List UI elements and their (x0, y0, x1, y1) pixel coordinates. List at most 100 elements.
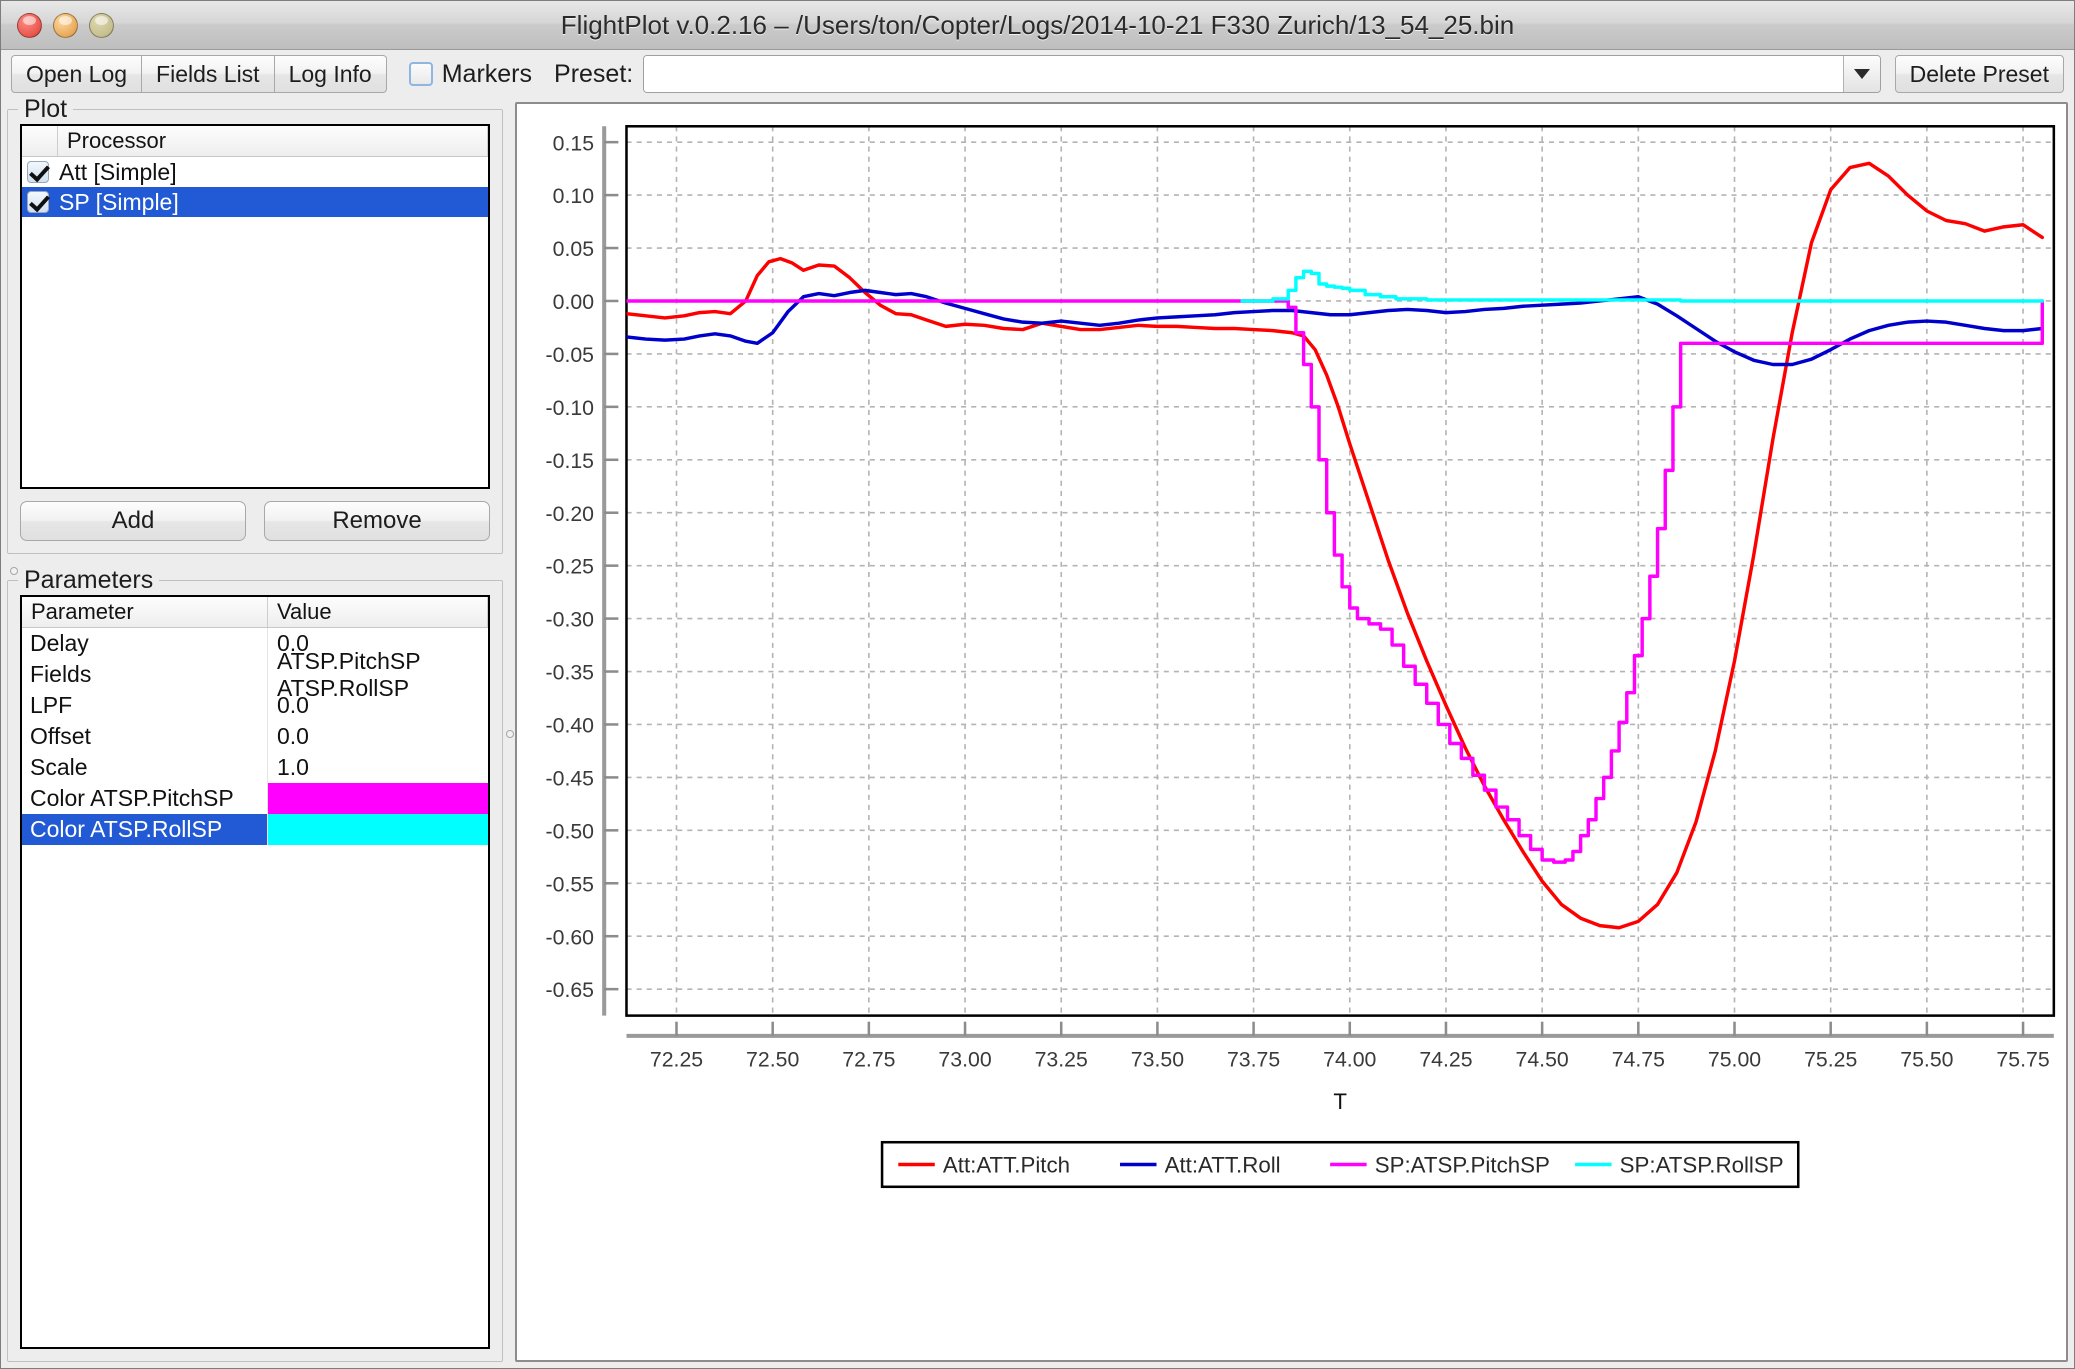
parameter-row[interactable]: Color ATSP.RollSP (22, 814, 488, 845)
y-tick-label: -0.55 (546, 872, 595, 896)
preset-dropdown-button[interactable] (1842, 56, 1880, 92)
flight-data-chart[interactable]: 0.15 0.10 0.05 0.00 -0.05 -0.10 -0.15 -0.20 -0.2… (517, 104, 2066, 1360)
parameter-value-cell[interactable]: ATSP.PitchSP ATSP.RollSP (268, 648, 488, 701)
parameter-value-cell[interactable]: 0.0 (268, 690, 488, 721)
parameter-color-swatch[interactable] (268, 783, 488, 814)
window-controls (17, 12, 114, 38)
chevron-down-icon (1853, 69, 1870, 79)
legend-label: Att:ATT.Roll (1165, 1153, 1281, 1178)
x-tick-label: 73.50 (1131, 1047, 1184, 1071)
y-tick-label: 0.15 (553, 131, 594, 155)
parameter-value-cell[interactable]: 0.0 (268, 721, 488, 752)
right-panel: 0.15 0.10 0.05 0.00 -0.05 -0.10 -0.15 -0.20 -0.2… (515, 98, 2068, 1362)
plot-group: Plot Processor Att [Simple] SP [Simple] A… (7, 95, 503, 554)
processor-enabled-checkbox[interactable] (27, 161, 49, 183)
x-tick-label: 75.50 (1900, 1047, 1953, 1071)
vertical-splitter[interactable] (503, 98, 515, 1362)
minimize-window-button[interactable] (53, 12, 78, 38)
processor-table-header: Processor (22, 126, 488, 157)
plot-actions: Add Remove (20, 501, 490, 541)
parameters-group-title: Parameters (18, 566, 160, 595)
left-panel: Plot Processor Att [Simple] SP [Simple] A… (7, 95, 503, 1362)
window-title: FlightPlot v.0.2.16 – /Users/ton/Copter/… (560, 9, 1515, 40)
y-tick-label: -0.25 (546, 555, 595, 579)
close-window-button[interactable] (17, 12, 42, 38)
y-axis-ticks: 0.15 0.10 0.05 0.00 -0.05 -0.10 -0.15 -0.20 -0.2… (546, 131, 619, 1002)
parameters-table[interactable]: Parameter Value Delay 0.0 Fields ATSP.Pitch… (20, 595, 490, 1349)
parameter-name-cell: Offset (22, 721, 268, 752)
plot-group-title: Plot (18, 95, 74, 124)
parameters-group: Parameters Parameter Value Delay 0.0 Field… (7, 566, 503, 1362)
x-axis-title: T (1333, 1089, 1347, 1114)
y-tick-label: -0.20 (546, 502, 595, 526)
parameter-row[interactable]: Fields ATSP.PitchSP ATSP.RollSP (22, 648, 488, 701)
chart-canvas[interactable]: 0.15 0.10 0.05 0.00 -0.05 -0.10 -0.15 -0.20 -0.2… (517, 104, 2066, 1360)
parameter-name-cell: Scale (22, 752, 268, 783)
chart-legend: Att:ATT.Pitch Att:ATT.Roll SP:ATSP.PitchSP… (880, 1140, 1800, 1189)
processor-row[interactable]: SP [Simple] (22, 187, 488, 217)
add-processor-button[interactable]: Add (20, 501, 246, 541)
y-tick-label: -0.05 (546, 343, 595, 367)
x-tick-label: 75.00 (1708, 1047, 1761, 1071)
processor-list[interactable]: Processor Att [Simple] SP [Simple] (20, 124, 490, 489)
legend-label: SP:ATSP.PitchSP (1375, 1153, 1550, 1178)
parameter-name-cell: Color ATSP.PitchSP (22, 783, 268, 814)
parameter-row[interactable]: LPF 0.0 (22, 690, 488, 721)
x-tick-label: 73.00 (938, 1047, 991, 1071)
y-tick-label: 0.00 (553, 290, 594, 314)
markers-checkbox-group[interactable]: Markers (408, 59, 533, 89)
x-tick-label: 74.00 (1323, 1047, 1376, 1071)
y-tick-label: -0.45 (546, 767, 595, 791)
parameter-name-cell: Delay (22, 628, 268, 659)
markers-label: Markers (441, 59, 533, 88)
processor-column-header: Processor (58, 126, 488, 156)
parameter-row[interactable]: Scale 1.0 (22, 752, 488, 783)
main-content: Plot Processor Att [Simple] SP [Simple] A… (1, 95, 2074, 1368)
parameter-row[interactable]: Offset 0.0 (22, 721, 488, 752)
x-tick-label: 73.25 (1035, 1047, 1088, 1071)
log-info-button[interactable]: Log Info (274, 55, 387, 93)
x-tick-label: 74.75 (1612, 1047, 1665, 1071)
y-tick-label: -0.50 (546, 819, 595, 843)
parameter-column-header: Parameter (22, 597, 268, 627)
y-tick-label: -0.30 (546, 608, 595, 632)
y-tick-label: 0.10 (553, 184, 594, 208)
parameter-rows: Delay 0.0 Fields ATSP.PitchSP ATSP.RollSP LP… (22, 628, 488, 845)
x-axis-ticks: 72.25 72.50 72.75 73.00 73.25 73.50 73.75 74.00… (650, 1021, 2050, 1071)
remove-processor-button[interactable]: Remove (264, 501, 490, 541)
y-tick-label: -0.35 (546, 661, 595, 685)
processor-check-column-header (22, 126, 58, 156)
fields-list-button[interactable]: Fields List (142, 55, 275, 93)
x-tick-label: 72.25 (650, 1047, 703, 1071)
open-log-button[interactable]: Open Log (11, 55, 143, 93)
legend-label: Att:ATT.Pitch (943, 1153, 1070, 1178)
preset-combobox[interactable] (643, 55, 1881, 93)
parameter-color-swatch[interactable] (268, 814, 488, 845)
parameter-name-cell: Fields (22, 659, 268, 690)
preset-label: Preset: (554, 59, 634, 88)
x-tick-label: 72.50 (746, 1047, 799, 1071)
plot-background (626, 126, 2054, 1016)
x-tick-label: 75.75 (1996, 1047, 2049, 1071)
parameter-name-cell: Color ATSP.RollSP (22, 814, 268, 845)
processor-enabled-checkbox[interactable] (27, 191, 49, 213)
processor-row[interactable]: Att [Simple] (22, 157, 488, 187)
chart-panel[interactable]: 0.15 0.10 0.05 0.00 -0.05 -0.10 -0.15 -0.20 -0.2… (515, 102, 2068, 1362)
color-swatch-fill (268, 783, 488, 814)
processor-rows: Att [Simple] SP [Simple] (22, 157, 488, 217)
parameter-row[interactable]: Color ATSP.PitchSP (22, 783, 488, 814)
parameters-table-header: Parameter Value (22, 597, 488, 628)
toolbar-button-group: Open Log Fields List Log Info (11, 55, 387, 93)
x-tick-label: 75.25 (1804, 1047, 1857, 1071)
y-tick-label: 0.05 (553, 237, 594, 261)
delete-preset-button[interactable]: Delete Preset (1894, 55, 2064, 93)
parameter-value-cell[interactable]: 1.0 (268, 752, 488, 783)
x-tick-label: 74.25 (1419, 1047, 1472, 1071)
preset-input[interactable] (644, 56, 1843, 92)
markers-checkbox[interactable] (408, 62, 433, 86)
x-tick-label: 73.75 (1227, 1047, 1280, 1071)
value-column-header: Value (268, 597, 488, 627)
y-tick-label: -0.15 (546, 449, 595, 473)
processor-row-label: SP [Simple] (59, 188, 179, 215)
zoom-window-button[interactable] (89, 12, 114, 38)
